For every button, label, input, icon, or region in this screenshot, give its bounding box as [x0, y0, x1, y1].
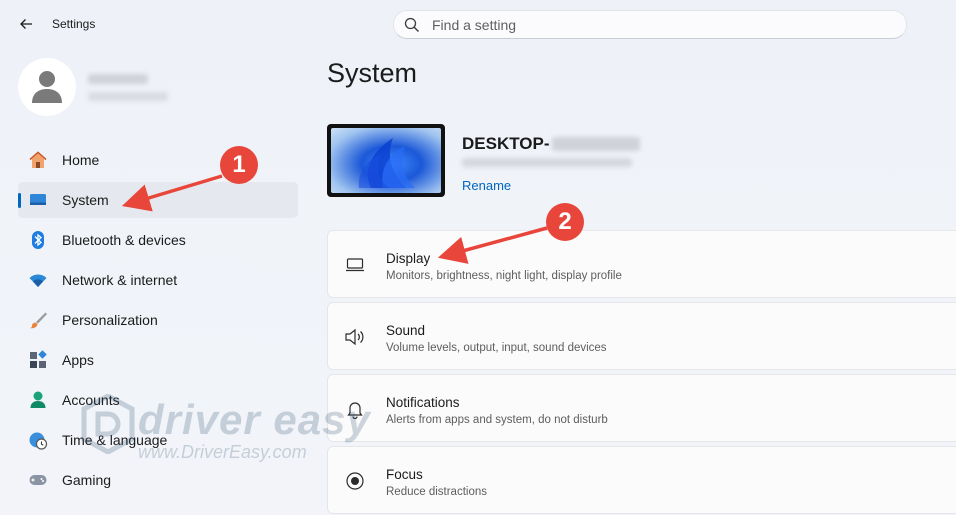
- arrow-2: [437, 226, 548, 264]
- annotation-arrows: [121, 174, 548, 264]
- step-1-badge: 1: [220, 146, 258, 184]
- step-2-badge: 2: [546, 203, 584, 241]
- arrow-1: [121, 174, 223, 212]
- settings-window: Settings Find a setting Home System Blue…: [0, 0, 956, 515]
